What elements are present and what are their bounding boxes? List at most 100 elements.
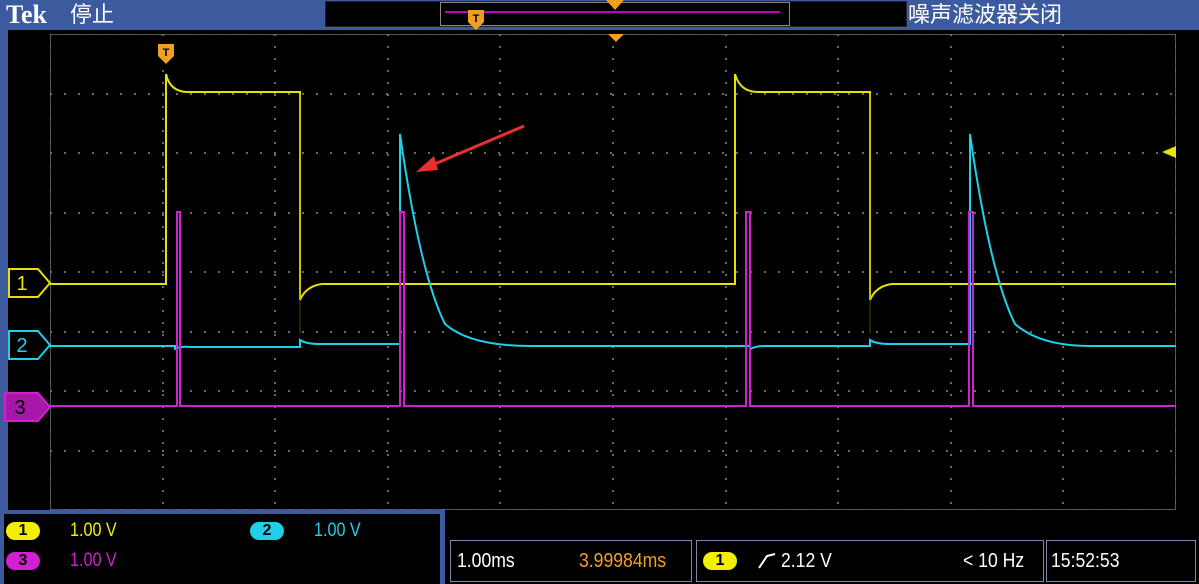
grid-dot — [1016, 152, 1018, 154]
grid-dot — [499, 346, 501, 348]
grid-dot — [1016, 34, 1018, 35]
grid-dot — [848, 212, 850, 214]
noise-filter-status: 噪声滤波器关闭 — [908, 2, 1063, 27]
grid-dot — [612, 82, 614, 84]
grid-dot — [890, 34, 892, 35]
grid-dot — [612, 274, 614, 276]
grid-dot — [792, 34, 794, 35]
grid-dot — [92, 450, 94, 452]
grid-dot — [1142, 34, 1144, 35]
grid-dot — [50, 430, 51, 432]
grid-dot — [666, 93, 668, 95]
grid-dot — [725, 478, 727, 480]
grid-dot — [498, 93, 500, 95]
grid-dot — [498, 152, 500, 154]
grid-dot — [1062, 250, 1064, 252]
grid-dot — [190, 212, 192, 214]
grid-dot — [722, 271, 724, 273]
grid-dot — [837, 238, 839, 240]
grid-dot — [316, 450, 318, 452]
horizontal-position-icon — [608, 34, 624, 42]
grid-dot — [806, 331, 808, 333]
grid-dot — [387, 262, 389, 264]
grid-dot — [950, 394, 952, 396]
grid-dot — [725, 58, 727, 60]
ch2-ground-marker[interactable]: 2 — [8, 330, 52, 360]
grid-dot — [946, 390, 948, 392]
grid-dot — [162, 238, 164, 240]
grid-dot — [162, 70, 164, 72]
timebase-box[interactable]: 1.00ms 3.99984ms — [450, 540, 692, 582]
grid-dot — [932, 450, 934, 452]
grid-dot — [1058, 450, 1060, 452]
grid-dot — [1062, 490, 1064, 492]
grid-dot — [582, 450, 584, 452]
ch2-badge[interactable]: 2 — [250, 522, 284, 540]
grid-dot — [1016, 271, 1018, 273]
grid-dot — [1062, 70, 1064, 72]
grid-dot — [624, 212, 626, 214]
grid-dot — [302, 152, 304, 154]
ch3-badge[interactable]: 3 — [6, 552, 40, 570]
grid-dot — [442, 93, 444, 95]
grid-dot — [176, 93, 178, 95]
grid-dot — [950, 298, 952, 300]
grid-dot — [358, 450, 360, 452]
grid-dot — [64, 34, 66, 35]
grid-dot — [950, 502, 952, 504]
grid-dot — [1044, 271, 1046, 273]
ch1-ground-marker[interactable]: 1 — [8, 268, 52, 298]
grid-dot — [596, 509, 598, 510]
grid-dot — [837, 154, 839, 156]
grid-dot — [274, 212, 276, 214]
ch3-ground-marker[interactable]: 3 — [4, 392, 52, 422]
grid-dot — [428, 331, 430, 333]
grid-dot — [330, 34, 332, 35]
grid-dot — [1002, 34, 1004, 35]
grid-dot — [568, 450, 570, 452]
grid-dot — [330, 450, 332, 452]
grid-dot — [442, 152, 444, 154]
grid-dot — [837, 490, 839, 492]
grid-dot — [680, 34, 682, 35]
grid-dot — [837, 130, 839, 132]
ch1-badge[interactable]: 1 — [6, 522, 40, 540]
grid-dot — [950, 238, 952, 240]
grid-dot — [387, 322, 389, 324]
grid-dot — [162, 166, 164, 168]
grid-dot — [764, 152, 766, 154]
grid-dot — [1062, 226, 1064, 228]
grid-dot — [274, 298, 276, 300]
grid-dot — [950, 250, 952, 252]
grid-dot — [1170, 390, 1172, 392]
grid-dot — [1062, 502, 1064, 504]
grid-dot — [387, 142, 389, 144]
grid-dot — [50, 310, 51, 312]
grid-dot — [274, 454, 276, 456]
grid-dot — [725, 178, 727, 180]
trigger-box[interactable]: 1 2.12 V < 10 Hz — [696, 540, 1044, 582]
grid-dot — [50, 238, 51, 240]
grid-dot — [1175, 394, 1176, 396]
grid-dot — [204, 271, 206, 273]
grid-dot — [190, 271, 192, 273]
grid-dot — [837, 310, 839, 312]
grid-dot — [792, 271, 794, 273]
grid-dot — [876, 450, 878, 452]
grid-dot — [764, 509, 766, 510]
grid-dot — [1062, 274, 1064, 276]
grid-dot — [988, 509, 990, 510]
grid-dot — [848, 93, 850, 95]
grid-dot — [526, 152, 528, 154]
grid-dot — [50, 212, 52, 214]
grid-dot — [1062, 178, 1064, 180]
grid-dot — [837, 58, 839, 60]
grid-dot — [499, 286, 501, 288]
grid-dot — [596, 93, 598, 95]
waveform-display[interactable]: T — [50, 34, 1176, 510]
grid-dot — [274, 58, 276, 60]
grid-dot — [274, 178, 276, 180]
grid-dot — [372, 450, 374, 452]
trigger-position-value: 3.99984ms — [579, 550, 667, 572]
grid-dot — [484, 212, 486, 214]
